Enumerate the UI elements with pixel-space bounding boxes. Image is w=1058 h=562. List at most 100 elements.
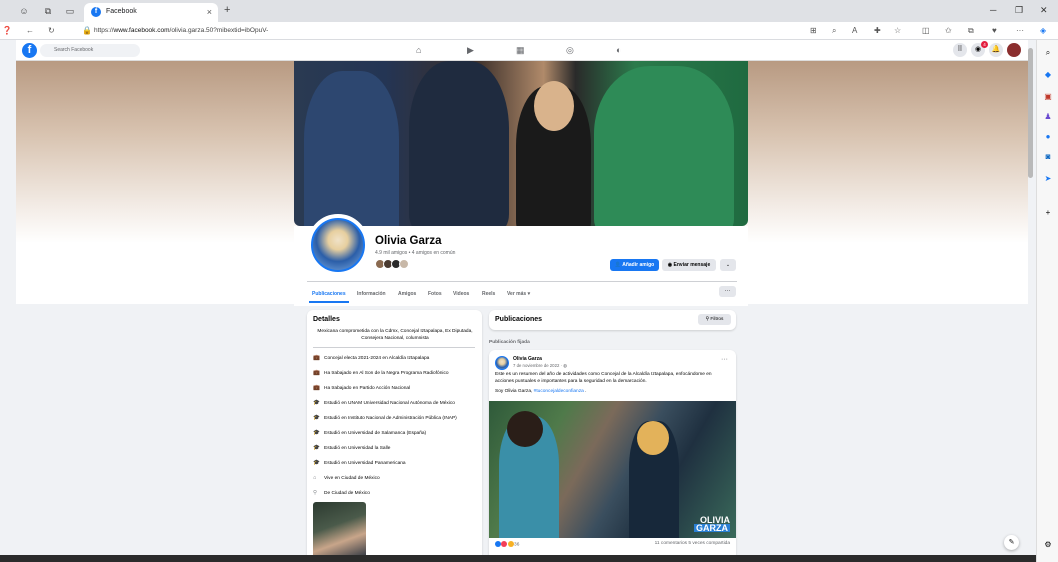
post-author[interactable]: Olivia Garza [513,356,542,362]
send-message-button[interactable]: ◉ Enviar mensaje [662,259,716,271]
marketplace-nav-icon[interactable]: ▦ [516,45,525,56]
hashtag-link[interactable]: #tuconcejaldeconfianza [534,389,584,394]
taskbar-strip [0,555,1036,562]
cover-face [534,81,574,131]
detail-item[interactable]: ⚲ De Ciudad de México [313,490,370,496]
office-icon[interactable]: ● [1043,132,1053,142]
add-friend-button[interactable]: 👤 Añadir amigo [610,259,659,271]
tab-amigos[interactable]: Amigos [398,291,416,297]
profile-icon[interactable]: ☺ [18,5,30,17]
sidebar-settings-icon[interactable]: ⚙ [1043,540,1053,550]
like-reaction-icon [495,541,501,547]
browser-tab-bar: ☺ ⧉ ▭ f Facebook × + ─ ❐ ✕ [0,0,1058,22]
help-icon[interactable]: ❓ [2,26,12,35]
home-nav-icon[interactable]: ⌂ [416,45,421,55]
tab-informacion[interactable]: Información [357,291,386,297]
url-input[interactable]: 🔒 https://www.facebook.com/olivia.garza.… [78,24,818,38]
copilot-icon[interactable]: ◈ [1040,26,1046,35]
read-aloud-icon[interactable]: A [852,26,857,35]
notifications-icon[interactable]: 🔔 [989,43,1003,57]
details-card: Detalles Mexicana comprometida con la Cd… [307,310,482,562]
graduation-cap-icon: 🎓 [313,430,320,436]
tab-videos[interactable]: Videos [453,291,469,297]
browser-tab-facebook[interactable]: f Facebook × [84,3,218,22]
detail-item[interactable]: 🎓 Estudió en Instituto Nacional de Admini… [313,415,457,421]
zoom-icon[interactable]: ⌕ [832,26,836,36]
tab-fotos[interactable]: Fotos [428,291,442,297]
post-date[interactable]: 7 de noviembre de 2022 · ◍ [513,363,567,369]
publications-title: Publicaciones [495,316,543,323]
facebook-logo-icon[interactable]: f [22,43,37,58]
cover-person-1 [304,71,399,226]
close-tab-icon[interactable]: × [207,7,212,17]
favorite-icon[interactable]: ☆ [894,26,901,35]
page-scrollbar[interactable] [1028,48,1033,178]
performance-icon[interactable]: ♥ [992,26,997,35]
detail-item[interactable]: 💼 Ha trabajado en Al Son de la Negra Prog… [313,370,449,376]
account-avatar[interactable] [1007,43,1021,57]
add-sidebar-icon[interactable]: + [1043,208,1053,218]
post-comments-shares[interactable]: 11 comentarios 5 veces compartida [655,541,730,546]
detail-item[interactable]: ⌂ Vive en Ciudad de México [313,475,380,481]
profile-friends-count[interactable]: 4.9 mil amigos • 4 amigos en común [375,250,455,256]
new-tab-button[interactable]: + [224,4,230,16]
more-options-button[interactable]: ⌄ [720,259,736,271]
detail-item[interactable]: 💼 Ha trabajado en Partido Acción Nacional [313,385,410,391]
split-screen-icon[interactable]: ◫ [922,26,930,35]
detail-item[interactable]: 🎓 Estudió en UNAM Universidad Nacional Au… [313,400,455,406]
games-icon[interactable]: ♟ [1043,112,1053,122]
facebook-search-input[interactable]: Search Facebook [40,44,140,57]
apps-icon[interactable]: ⊞ [810,26,817,35]
profile-avatar[interactable] [307,214,369,276]
post-image[interactable]: OLIVIA GARZA [489,401,736,538]
settings-more-icon[interactable]: ··· [1016,26,1024,35]
restore-icon[interactable]: ❐ [1015,5,1023,16]
detail-item[interactable]: 💼 Concejal electa 2021-2024 en Alcaldía I… [313,355,429,361]
active-tab-indicator [309,301,349,303]
filters-button[interactable]: ⚲ Filtros [698,314,731,325]
detail-item[interactable]: 🎓 Estudió en Universidad de Salamanca (Es… [313,430,426,436]
extensions-icon[interactable]: ✚ [874,26,881,35]
gaming-nav-icon[interactable]: ◐ [616,45,621,55]
menu-grid-icon[interactable]: ⠿ [953,43,967,57]
workspaces-icon[interactable]: ⧉ [42,5,54,17]
post-reactions[interactable]: 36 [495,541,519,547]
tab-publicaciones[interactable]: Publicaciones [312,291,346,297]
detail-text: Estudió en Universidad de Salamanca (Esp… [324,431,427,436]
tools-icon[interactable]: ▣ [1043,92,1053,102]
post-options-icon[interactable]: ··· [721,356,728,363]
mutual-friend-avatar[interactable] [399,259,409,269]
featured-photo[interactable] [313,502,366,560]
new-message-icon[interactable]: ✎ [1004,535,1019,550]
back-icon[interactable]: ← [26,26,34,35]
favorites-icon[interactable]: ✩ [945,26,952,35]
tab-title: Facebook [106,8,137,15]
cover-photo[interactable] [294,61,748,226]
url-path: /olivia.garza.50?mibextid=ibOpuV- [169,27,269,34]
detail-item[interactable]: 🎓 Estudió en Universidad Panamericana [313,460,406,466]
detail-text: Concejal electa 2021-2024 en Alcaldía Iz… [324,356,430,361]
shopping-icon[interactable]: ◆ [1043,70,1053,80]
header-divider [307,281,737,282]
video-nav-icon[interactable]: ▶ [467,45,474,56]
close-window-icon[interactable]: ✕ [1040,5,1048,16]
detail-text: Estudió en Instituto Nacional de Adminis… [324,416,457,421]
search-icon[interactable]: ⌕ [1043,48,1053,58]
minimize-icon[interactable]: ─ [990,5,996,15]
tab-ver-mas[interactable]: Ver más ▾ [507,291,530,297]
tab-actions-icon[interactable]: ▭ [64,5,76,17]
refresh-icon[interactable]: ↻ [48,26,55,35]
send-message-label: Enviar mensaje [673,262,711,268]
graduation-cap-icon: 🎓 [313,460,320,466]
post-sign-prefix: Soy Olivia Garza, [495,389,534,394]
outlook-icon[interactable]: ◙ [1043,152,1053,162]
collections-icon[interactable]: ⧉ [968,26,974,36]
cover-person-2 [409,61,509,226]
profile-tabs-more-button[interactable]: ··· [719,286,736,297]
detail-item[interactable]: 🎓 Estudió en Universidad la Salle [313,445,390,451]
send-icon[interactable]: ➤ [1043,174,1053,184]
groups-nav-icon[interactable]: ◎ [566,45,574,56]
graduation-cap-icon: 🎓 [313,400,320,406]
tab-reels[interactable]: Reels [482,291,495,297]
post-author-avatar[interactable] [495,356,509,370]
